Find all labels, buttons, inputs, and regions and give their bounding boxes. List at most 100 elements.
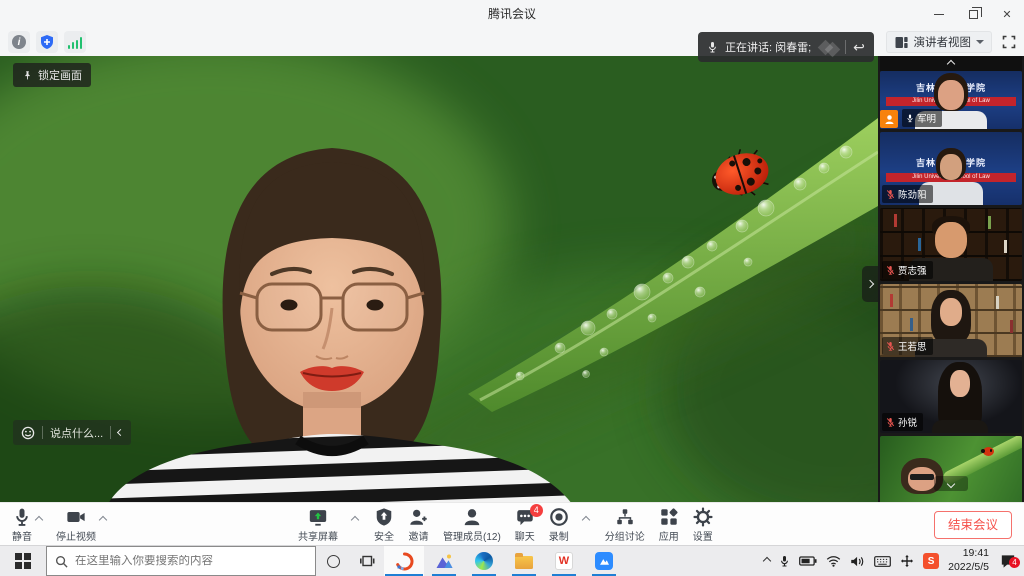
- meeting-toolbar: 静音 停止视频 共享屏幕: [0, 502, 1024, 545]
- chat-button[interactable]: 4 聊天: [515, 507, 535, 543]
- end-meeting-button[interactable]: 结束会议: [934, 511, 1012, 539]
- participant-name: 贾志强: [898, 263, 927, 277]
- settings-gear-icon: [693, 507, 713, 527]
- microphone-muted-icon: [886, 189, 895, 200]
- minimize-button[interactable]: [922, 0, 956, 28]
- tencent-meeting-window: 腾讯会议 ✕ i: [0, 0, 1024, 576]
- invite-person-icon: [408, 507, 429, 527]
- participants-sidebar: 吉林大学法学院 Jilin University School of Law: [878, 56, 1024, 502]
- participant-tile-junming[interactable]: 吉林大学法学院 Jilin University School of Law: [880, 71, 1022, 129]
- start-button[interactable]: [0, 546, 46, 576]
- search-input[interactable]: [75, 555, 307, 567]
- tray-microphone-icon[interactable]: [779, 554, 790, 569]
- record-button[interactable]: 录制: [549, 507, 569, 543]
- fullscreen-button[interactable]: [1001, 34, 1017, 50]
- invite-button[interactable]: 邀请: [408, 507, 429, 543]
- close-button[interactable]: ✕: [990, 0, 1024, 28]
- scroll-down-button[interactable]: [934, 476, 968, 491]
- network-signal-button[interactable]: [64, 31, 86, 53]
- task-view-icon: [359, 553, 375, 569]
- participant-name: 军明: [917, 111, 936, 125]
- divider: [110, 426, 111, 439]
- taskbar-clock[interactable]: 19:41 2022/5/5: [948, 547, 989, 574]
- security-button[interactable]: 安全: [374, 507, 394, 543]
- participant-name: 陈劲阳: [898, 187, 927, 201]
- apps-button[interactable]: 应用: [659, 507, 679, 543]
- tray-ime-icon[interactable]: [900, 554, 914, 568]
- taskbar-app-orange-swirl[interactable]: [384, 546, 424, 576]
- windows-taskbar: W: [0, 545, 1024, 576]
- reply-arrow-icon[interactable]: ↩: [853, 40, 865, 54]
- taskbar-app-tencent-meeting[interactable]: [584, 546, 624, 576]
- mute-button[interactable]: 静音: [12, 507, 32, 543]
- settings-button[interactable]: 设置: [693, 507, 713, 543]
- restore-icon: [969, 10, 978, 19]
- speaker-video-frame: [0, 56, 878, 502]
- meeting-info-button[interactable]: i: [8, 31, 30, 53]
- security-shield-icon: [374, 507, 394, 527]
- protect-button[interactable]: [36, 31, 58, 53]
- participant-tile-jiazhiqiang[interactable]: 贾志强: [880, 208, 1022, 281]
- notification-badge: 4: [1009, 557, 1020, 568]
- minimize-icon: [934, 14, 944, 15]
- share-screen-label: 共享屏幕: [298, 528, 338, 543]
- notification-center-button[interactable]: 4: [998, 554, 1018, 569]
- members-icon: [462, 507, 482, 527]
- video-options-chevron[interactable]: [99, 515, 107, 523]
- mute-options-chevron[interactable]: [35, 515, 43, 523]
- stop-video-label: 停止视频: [56, 528, 96, 543]
- glasses-icon: [910, 474, 934, 480]
- microphone-icon: [12, 507, 32, 527]
- layout-view-label: 演讲者视图: [914, 34, 972, 50]
- microphone-muted-icon: [886, 417, 895, 428]
- tray-wifi-icon[interactable]: [826, 555, 841, 567]
- participant-tile-chenjinyang[interactable]: 吉林大学法学院 Jilin University School of Law: [880, 132, 1022, 205]
- main-speaker-video[interactable]: 锁定画面 说点什么...: [0, 56, 878, 502]
- quick-message-bar[interactable]: 说点什么...: [13, 420, 131, 445]
- taskbar-app-file-explorer[interactable]: [504, 546, 544, 576]
- task-view-button[interactable]: [350, 546, 384, 576]
- tray-keyboard-icon[interactable]: [874, 556, 891, 567]
- cortana-button[interactable]: [316, 546, 350, 576]
- taskbar-app-photos[interactable]: [424, 546, 464, 576]
- microphone-icon: [707, 40, 718, 55]
- speaking-indicator-toast: 正在讲话: 闵春雷; ↩: [698, 32, 874, 62]
- share-screen-button[interactable]: 共享屏幕: [298, 507, 338, 543]
- taskbar-app-wps[interactable]: W: [544, 546, 584, 576]
- self-view-tile[interactable]: [880, 436, 1022, 502]
- manage-members-button[interactable]: 管理成员(12): [443, 507, 501, 543]
- network-signal-icon: [68, 36, 83, 49]
- scroll-up-button[interactable]: [880, 56, 1022, 71]
- layout-view-button[interactable]: 演讲者视图: [886, 31, 993, 53]
- sogou-input-icon[interactable]: S: [923, 553, 939, 569]
- sidebar-collapse-tab[interactable]: [862, 266, 878, 302]
- participant-tile-sunrui[interactable]: 孙锐: [880, 360, 1022, 433]
- apps-label: 应用: [659, 528, 679, 543]
- tray-battery-icon[interactable]: [799, 555, 817, 567]
- divider: [42, 426, 43, 439]
- invite-label: 邀请: [409, 528, 429, 543]
- participant-name: 王若思: [898, 339, 927, 353]
- titlebar: 腾讯会议 ✕: [0, 0, 1024, 28]
- mute-label: 静音: [12, 528, 32, 543]
- taskbar-search[interactable]: [46, 546, 316, 576]
- taskbar-app-edge[interactable]: [464, 546, 504, 576]
- layout-icon: [894, 35, 909, 50]
- participant-name: 孙锐: [898, 415, 917, 429]
- tray-volume-icon[interactable]: [850, 555, 865, 568]
- cortana-icon: [327, 555, 340, 568]
- record-options-chevron[interactable]: [582, 515, 590, 523]
- pin-video-button[interactable]: 锁定画面: [13, 63, 91, 87]
- fullscreen-icon: [1002, 35, 1016, 49]
- share-options-chevron[interactable]: [351, 515, 359, 523]
- participant-tile-wangruosi[interactable]: 王若思: [880, 284, 1022, 357]
- security-label: 安全: [374, 528, 394, 543]
- ladybug-icon: [983, 447, 994, 456]
- shield-protect-icon: [39, 34, 55, 50]
- edge-browser-icon: [475, 552, 493, 570]
- restore-button[interactable]: [956, 0, 990, 28]
- clock-date: 2022/5/5: [948, 561, 989, 575]
- breakout-rooms-button[interactable]: 分组讨论: [605, 507, 645, 543]
- tray-expand-icon[interactable]: [763, 557, 771, 565]
- stop-video-button[interactable]: 停止视频: [56, 507, 96, 543]
